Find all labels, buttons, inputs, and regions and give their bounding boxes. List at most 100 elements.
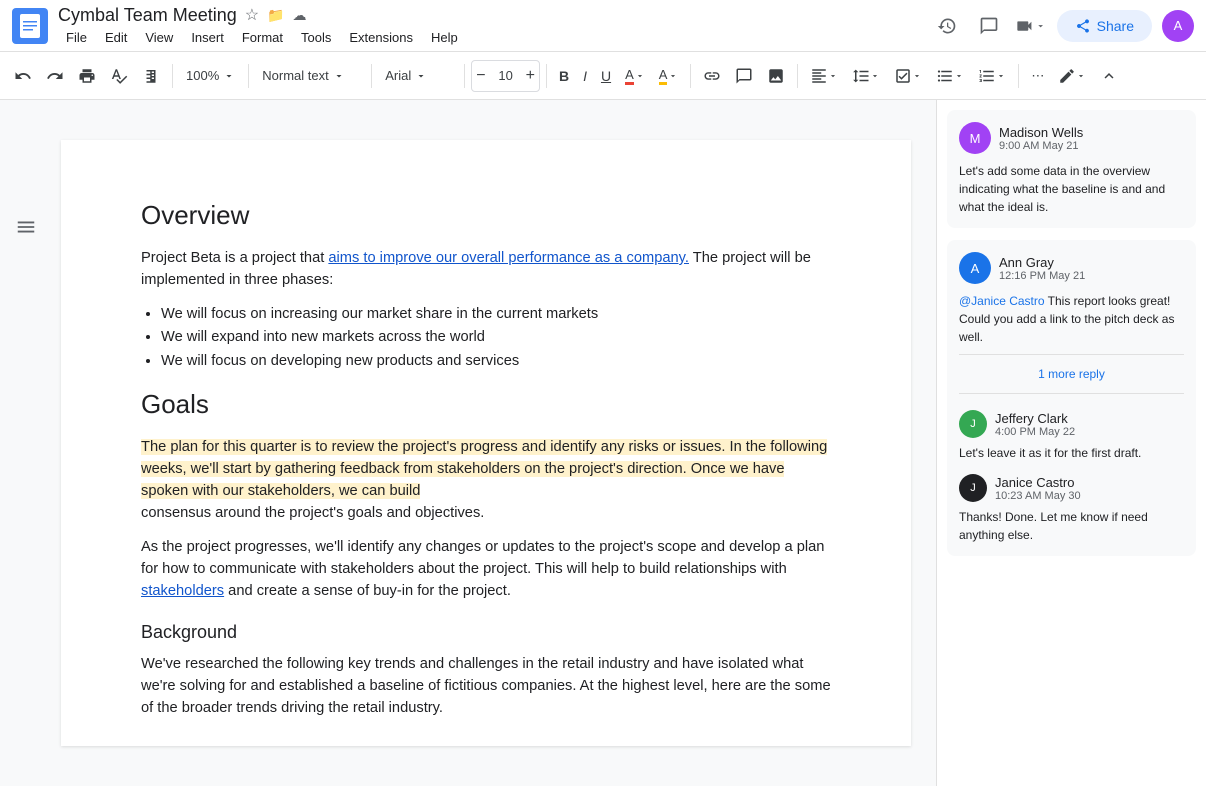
heading-goals: Goals	[141, 389, 831, 420]
text-color-button[interactable]: A	[619, 60, 651, 92]
comment-2-meta: Ann Gray 12:16 PM May 21	[999, 255, 1085, 282]
menu-help[interactable]: Help	[423, 28, 466, 47]
move-icon[interactable]: 📁	[267, 7, 284, 24]
font-size-wrapper: − 10 +	[471, 60, 540, 92]
comment-1-header: M Madison Wells 9:00 AM May 21	[959, 122, 1184, 154]
divider-3	[371, 64, 372, 88]
comment-1-time: 9:00 AM May 21	[999, 140, 1083, 152]
comments-panel: M Madison Wells 9:00 AM May 21 Let's add…	[936, 100, 1206, 786]
video-button[interactable]	[1015, 10, 1047, 42]
reply-1-avatar: J	[959, 410, 987, 438]
font-size-decrease[interactable]: −	[474, 60, 487, 92]
doc-page: Overview Project Beta is a project that …	[61, 140, 911, 746]
heading-overview: Overview	[141, 200, 831, 231]
comment-button[interactable]	[973, 10, 1005, 42]
bullets-button[interactable]	[930, 60, 970, 92]
reply-2-author: Janice Castro	[995, 475, 1081, 490]
para-goals: The plan for this quarter is to review t…	[141, 436, 831, 524]
share-label: Share	[1097, 18, 1134, 34]
zoom-select[interactable]: 100%	[179, 60, 242, 92]
app-icon	[12, 8, 48, 44]
doc-area: Overview Project Beta is a project that …	[36, 100, 936, 786]
reply-2-time: 10:23 AM May 30	[995, 490, 1081, 502]
divider-8	[1018, 64, 1019, 88]
spellcheck-button[interactable]	[104, 60, 134, 92]
reply-2-avatar: J	[959, 474, 987, 502]
font-select[interactable]: Arial	[378, 60, 458, 92]
para-background: We've researched the following key trend…	[141, 653, 831, 719]
divider-7	[797, 64, 798, 88]
main-area: Overview Project Beta is a project that …	[0, 100, 1206, 786]
comment-2-header: A Ann Gray 12:16 PM May 21	[959, 252, 1184, 284]
bullet-3: We will focus on developing new products…	[161, 350, 831, 373]
image-button[interactable]	[761, 60, 791, 92]
menu-file[interactable]: File	[58, 28, 95, 47]
comment-1-meta: Madison Wells 9:00 AM May 21	[999, 125, 1083, 152]
bullets-list: We will focus on increasing our market s…	[161, 303, 831, 373]
comment-1-avatar: M	[959, 122, 991, 154]
editing-mode-button[interactable]	[1052, 60, 1092, 92]
reply-1-author: Jeffery Clark	[995, 411, 1075, 426]
share-button[interactable]: Share	[1057, 10, 1152, 42]
bullet-1: We will focus on increasing our market s…	[161, 303, 831, 326]
para-overview: Project Beta is a project that aims to i…	[141, 247, 831, 291]
menu-bar: File Edit View Insert Format Tools Exten…	[58, 28, 931, 47]
toolbar: 100% Normal text Arial − 10 + B I U A A	[0, 52, 1206, 100]
bold-button[interactable]: B	[553, 60, 575, 92]
divider-6	[690, 64, 691, 88]
sidebar-toggle[interactable]	[8, 206, 44, 786]
reply-2-text: Thanks! Done. Let me know if need anythi…	[959, 508, 1184, 544]
star-icon[interactable]: ☆	[245, 5, 259, 25]
undo-button[interactable]	[8, 60, 38, 92]
numbered-list-button[interactable]	[972, 60, 1012, 92]
bullet-2: We will expand into new markets across t…	[161, 326, 831, 349]
divider-1	[172, 64, 173, 88]
paint-format-button[interactable]	[136, 60, 166, 92]
align-button[interactable]	[804, 60, 844, 92]
style-select[interactable]: Normal text	[255, 60, 365, 92]
divider-5	[546, 64, 547, 88]
comment-divider	[959, 354, 1184, 355]
zoom-value: 100%	[186, 68, 219, 83]
comment-2-avatar: A	[959, 252, 991, 284]
underline-button[interactable]: U	[595, 60, 617, 92]
cloud-icon[interactable]: ☁	[293, 7, 307, 24]
menu-insert[interactable]: Insert	[183, 28, 232, 47]
doc-title-row: Cymbal Team Meeting ☆ 📁 ☁	[58, 5, 931, 26]
comment-2-time: 12:16 PM May 21	[999, 270, 1085, 282]
divider-2	[248, 64, 249, 88]
doc-title[interactable]: Cymbal Team Meeting	[58, 5, 237, 26]
menu-view[interactable]: View	[137, 28, 181, 47]
menu-extensions[interactable]: Extensions	[341, 28, 421, 47]
user-avatar[interactable]: A	[1162, 10, 1194, 42]
comment-2-author: Ann Gray	[999, 255, 1085, 270]
menu-format[interactable]: Format	[234, 28, 291, 47]
redo-button[interactable]	[40, 60, 70, 92]
link-button[interactable]	[697, 60, 727, 92]
goals-highlight: The plan for this quarter is to review t…	[141, 439, 827, 499]
add-comment-button[interactable]	[729, 60, 759, 92]
more-replies-button[interactable]: 1 more reply	[959, 363, 1184, 385]
menu-edit[interactable]: Edit	[97, 28, 135, 47]
checklist-button[interactable]	[888, 60, 928, 92]
history-button[interactable]	[931, 10, 963, 42]
print-button[interactable]	[72, 60, 102, 92]
comment-card-1: M Madison Wells 9:00 AM May 21 Let's add…	[947, 110, 1196, 228]
reply-1-header: J Jeffery Clark 4:00 PM May 22	[959, 410, 1184, 438]
font-size-increase[interactable]: +	[524, 60, 537, 92]
comment-1-text: Let's add some data in the overview indi…	[959, 162, 1184, 216]
stakeholders-link[interactable]: stakeholders	[141, 583, 224, 599]
italic-button[interactable]: I	[577, 60, 593, 92]
font-size-input[interactable]: 10	[488, 68, 524, 83]
reply-1-meta: Jeffery Clark 4:00 PM May 22	[995, 411, 1075, 438]
divider-4	[464, 64, 465, 88]
para-goals-2: As the project progresses, we'll identif…	[141, 536, 831, 602]
reply-2-header: J Janice Castro 10:23 AM May 30	[959, 474, 1184, 502]
collapse-toolbar-button[interactable]	[1094, 60, 1124, 92]
line-spacing-button[interactable]	[846, 60, 886, 92]
highlight-button[interactable]: A	[653, 60, 685, 92]
reply-2-meta: Janice Castro 10:23 AM May 30	[995, 475, 1081, 502]
title-section: Cymbal Team Meeting ☆ 📁 ☁ File Edit View…	[58, 5, 931, 47]
more-options-button[interactable]: ⋯	[1025, 60, 1050, 92]
menu-tools[interactable]: Tools	[293, 28, 339, 47]
